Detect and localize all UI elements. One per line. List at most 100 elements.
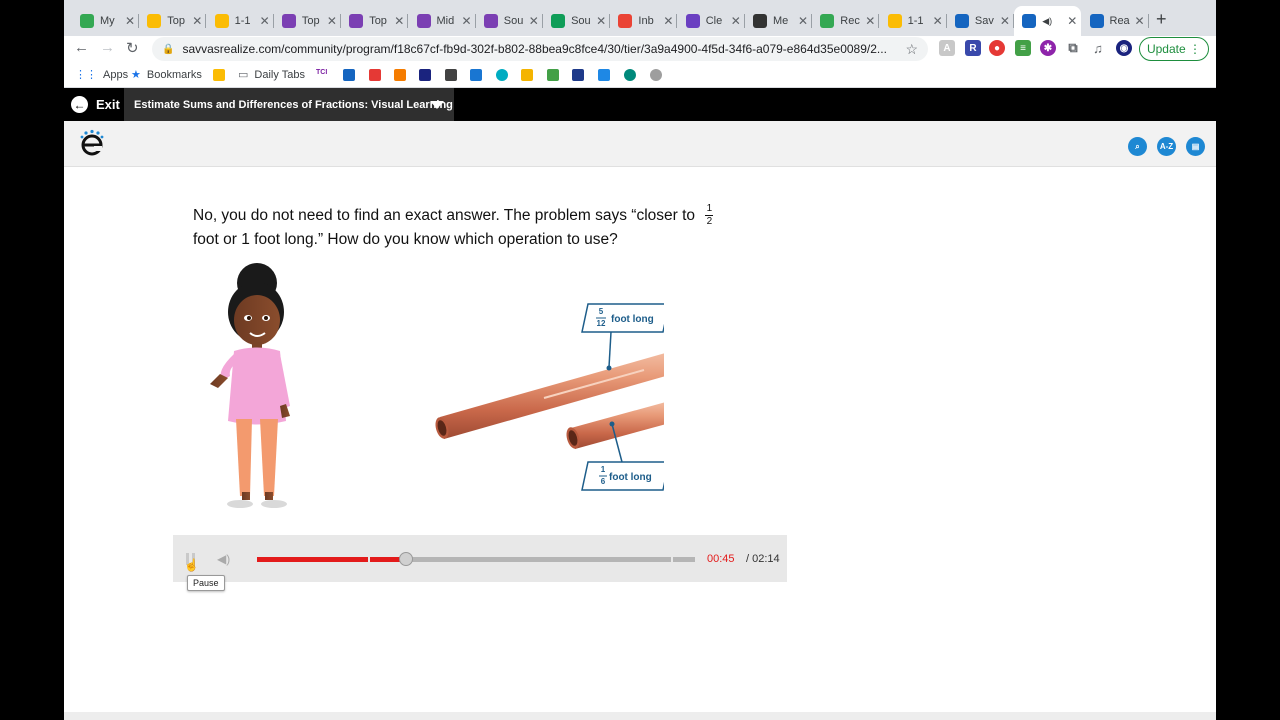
browser-tab[interactable]: Cle ✕ [678, 6, 745, 36]
browser-tab[interactable]: Top ✕ [274, 6, 341, 36]
bookmark-daily-tabs[interactable]: ▭ Daily Tabs [238, 68, 305, 82]
browser-tab[interactable]: 1-1 ✕ [207, 6, 274, 36]
close-tab-icon[interactable]: ✕ [1067, 14, 1077, 28]
print-icon[interactable]: ▤ [1186, 137, 1205, 156]
volume-icon[interactable]: ◀) [217, 552, 230, 566]
bookmark-star-icon[interactable]: ☆ [905, 41, 918, 58]
glossary-button[interactable]: A-Z [1157, 137, 1176, 156]
audio-playing-icon: ◀) [1042, 15, 1053, 26]
browser-tab[interactable]: ◀) ✕ [1014, 6, 1082, 36]
bookmark-icon[interactable] [650, 69, 662, 81]
question-text: No, you do not need to find an exact ans… [193, 204, 793, 252]
browser-tab[interactable]: Inb ✕ [610, 6, 678, 36]
bookmark-icon[interactable] [496, 69, 508, 81]
bookmark-icon[interactable] [470, 69, 482, 81]
seek-bar[interactable] [257, 552, 695, 566]
browser-tab[interactable]: Sav ✕ [947, 6, 1014, 36]
close-tab-icon[interactable]: ✕ [663, 14, 673, 28]
question-line-2: foot or 1 foot long.” How do you know wh… [193, 231, 618, 248]
gmail-icon [618, 14, 633, 28]
avatar[interactable]: ◉ [1116, 40, 1132, 56]
browser-toolbar: ← → ↻ 🔒 savvasrealize.com/community/prog… [64, 36, 1216, 62]
zoom-icon[interactable]: ⌕ [1128, 137, 1147, 156]
back-icon[interactable]: ← [74, 39, 89, 56]
s-icon [753, 14, 767, 28]
bookmark-icon[interactable] [394, 69, 406, 81]
progress-fill [257, 557, 406, 562]
browser-tab[interactable]: Me ✕ [745, 6, 812, 36]
forms-icon [483, 14, 498, 28]
close-tab-icon[interactable]: ✕ [596, 14, 606, 28]
browser-tab[interactable]: Mid ✕ [409, 6, 476, 36]
bookmark-bookmarks[interactable]: ★ Bookmarks [131, 68, 202, 82]
bookmark-icon[interactable] [598, 69, 610, 81]
browser-tab[interactable]: Top ✕ [139, 6, 207, 36]
bookmark-icon[interactable] [419, 69, 431, 81]
short-pipe [566, 396, 692, 449]
exit-button[interactable]: ← Exit [71, 96, 120, 113]
bookmark-icon[interactable] [547, 69, 559, 81]
slides-icon [147, 14, 162, 28]
close-tab-icon[interactable]: ✕ [933, 14, 943, 28]
seek-handle[interactable] [398, 552, 413, 566]
close-tab-icon[interactable]: ✕ [327, 14, 337, 28]
close-tab-icon[interactable]: ✕ [260, 14, 270, 28]
tab-title: Me [773, 15, 789, 27]
total-time: / 02:14 [746, 553, 780, 565]
close-tab-icon[interactable]: ✕ [865, 14, 875, 28]
savvas-icon [1089, 14, 1104, 28]
browser-tab[interactable]: Sou ✕ [543, 6, 611, 36]
extension-icon[interactable]: A [939, 40, 955, 56]
forward-icon[interactable]: → [100, 39, 115, 56]
close-tab-icon[interactable]: ✕ [731, 14, 741, 28]
extension-icon[interactable]: ✱ [1040, 40, 1056, 56]
media-icon[interactable]: ♫ [1090, 40, 1106, 56]
extension-icon[interactable]: ≡ [1015, 40, 1031, 56]
close-tab-icon[interactable]: ✕ [192, 14, 202, 28]
close-tab-icon[interactable]: ✕ [125, 14, 135, 28]
bookmark-apps[interactable]: ⋮⋮ Apps [75, 68, 128, 82]
tab-title: Inb [638, 15, 654, 27]
reload-icon[interactable]: ↻ [126, 39, 139, 57]
tab-title: Sav [974, 15, 994, 27]
close-tab-icon[interactable]: ✕ [529, 14, 539, 28]
lesson-dropdown[interactable]: Estimate Sums and Differences of Fractio… [124, 88, 454, 121]
tci-icon[interactable]: TCI [316, 69, 332, 81]
browser-tab[interactable]: Rea ✕ [1082, 6, 1149, 36]
close-tab-icon[interactable]: ✕ [1000, 14, 1010, 28]
drive-icon[interactable] [213, 69, 225, 81]
tab-title: My [100, 15, 115, 27]
extension-icon[interactable]: R [965, 40, 981, 56]
close-tab-icon[interactable]: ✕ [1135, 14, 1145, 28]
drive-icon [80, 14, 94, 28]
bookmark-icon[interactable] [572, 69, 584, 81]
browser-tab[interactable]: Sou ✕ [476, 6, 543, 36]
browser-tab[interactable]: Top ✕ [341, 6, 409, 36]
fraction-denominator: 2 [706, 216, 713, 228]
drive-icon [820, 14, 835, 28]
close-tab-icon[interactable]: ✕ [394, 14, 404, 28]
close-tab-icon[interactable]: ✕ [798, 14, 808, 28]
update-button[interactable]: Update ⋮ [1139, 37, 1209, 61]
bookmark-icon[interactable] [343, 69, 355, 81]
question-line-1: No, you do not need to find an exact ans… [193, 207, 696, 224]
youtube-icon[interactable] [369, 69, 381, 81]
bookmark-icon[interactable] [521, 69, 533, 81]
browser-tab[interactable]: Rec ✕ [812, 6, 880, 36]
tab-title: 1-1 [907, 15, 924, 27]
new-tab-button[interactable]: + [1156, 9, 1167, 30]
close-tab-icon[interactable]: ✕ [462, 14, 472, 28]
tab-title: Top [301, 15, 320, 27]
puzzle-icon[interactable]: ⧉ [1065, 40, 1081, 56]
bookmark-label: Bookmarks [146, 68, 202, 81]
browser-window: My ✕ Top ✕ 1-1 ✕ Top ✕ Top ✕ Mid ✕ Sou ✕ Sou ✕ Inb ✕ Cle ✕ M… [64, 0, 1216, 720]
tab-title: Top [369, 15, 387, 27]
browser-tab[interactable]: My ✕ [72, 6, 139, 36]
extension-icon[interactable]: ● [989, 40, 1005, 56]
back-arrow-icon: ← [71, 96, 88, 113]
address-bar[interactable]: 🔒 savvasrealize.com/community/program/f1… [152, 37, 928, 61]
bookmark-icon[interactable] [624, 69, 636, 81]
tab-title: Cle [705, 15, 723, 27]
browser-tab[interactable]: 1-1 ✕ [880, 6, 947, 36]
bookmark-icon[interactable] [445, 69, 457, 81]
